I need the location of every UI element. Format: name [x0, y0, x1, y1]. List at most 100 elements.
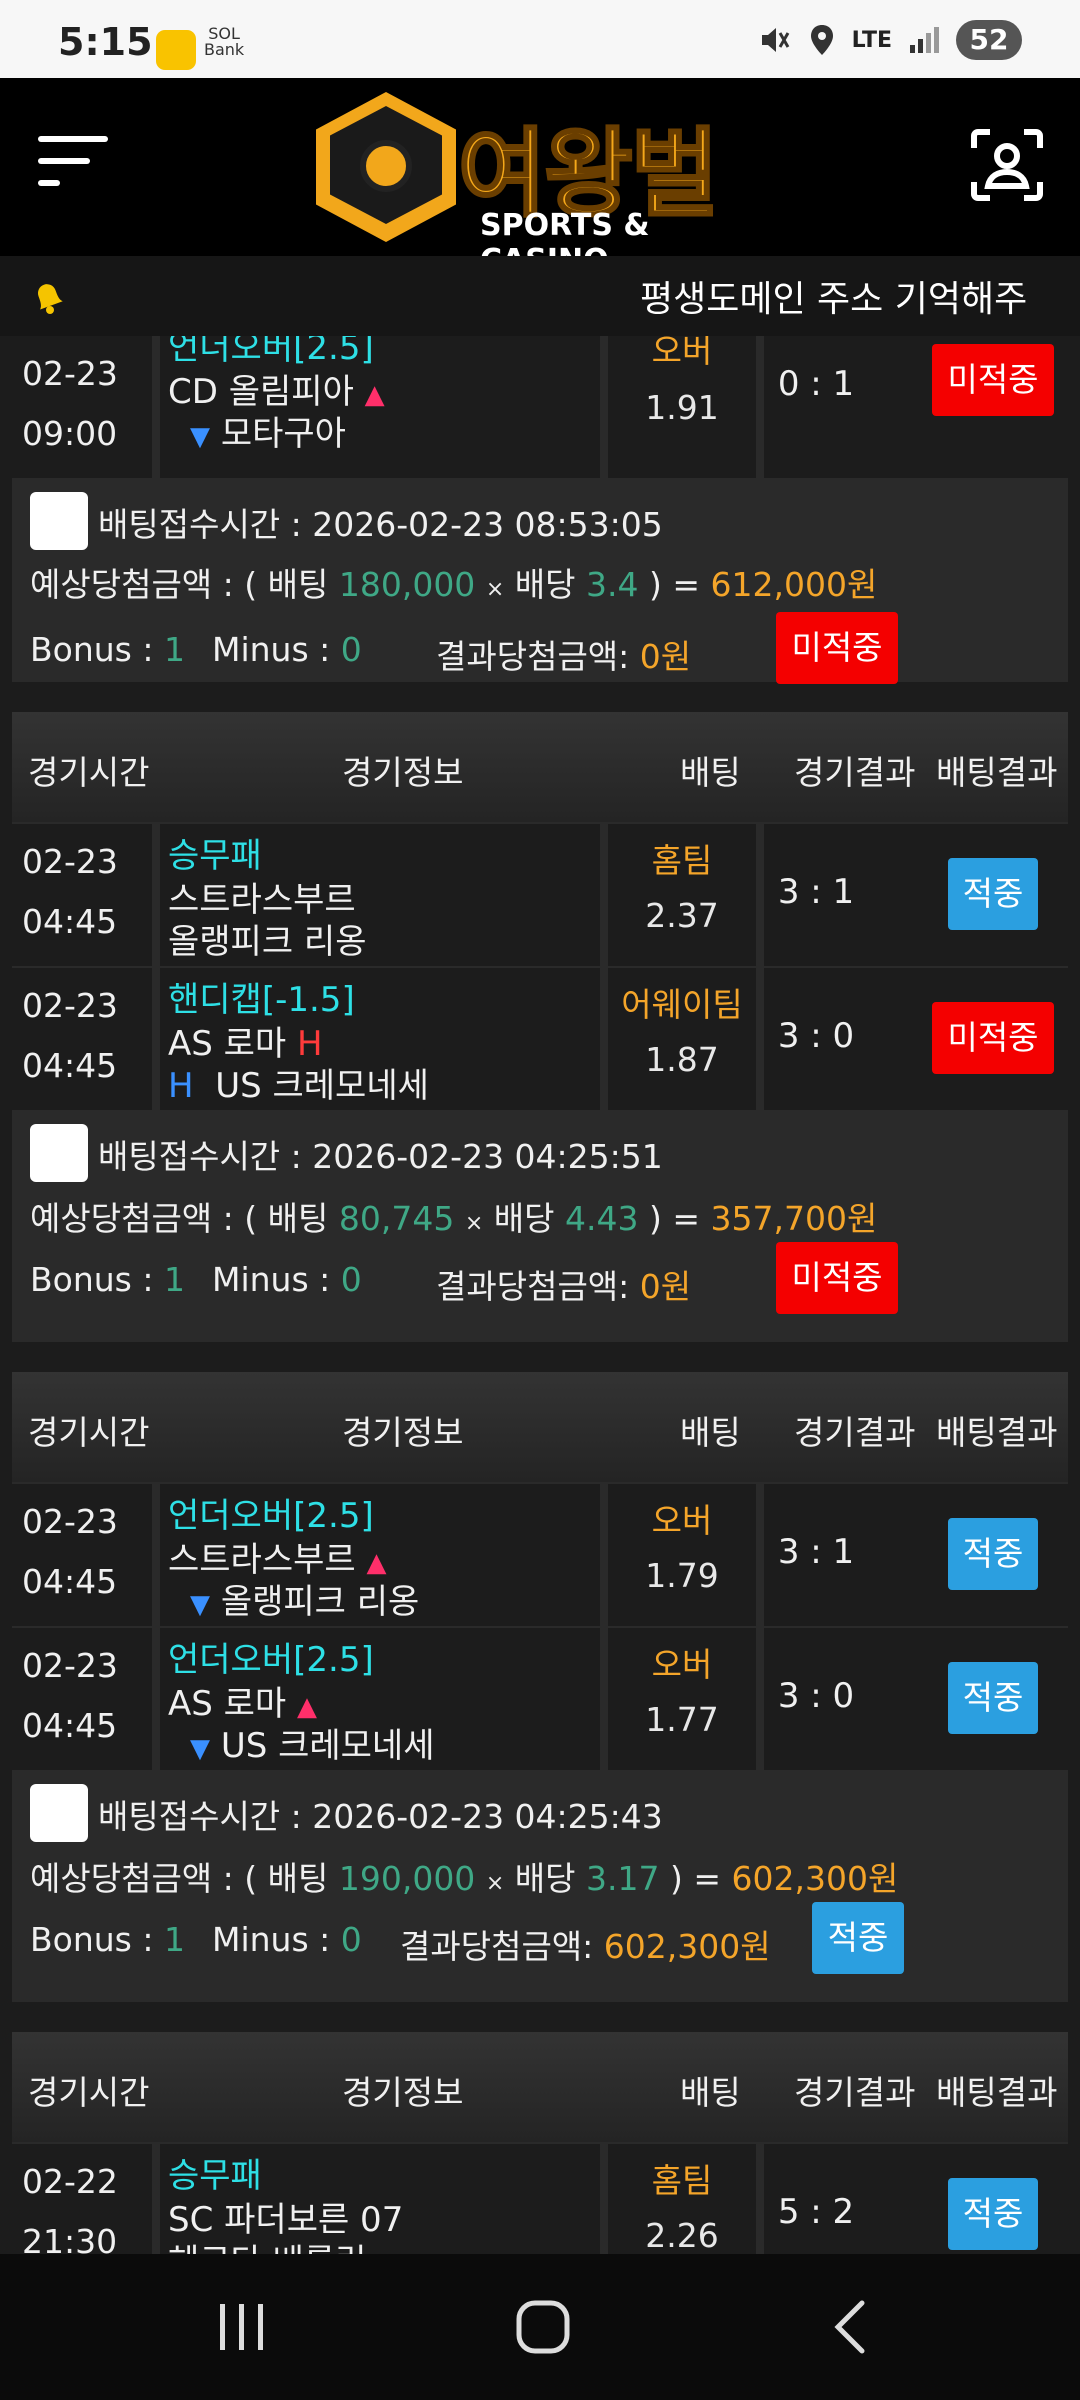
table-row: 02-23 04:45 핸디캡[-1.5] AS 로마 H H US 크레모네세…	[12, 968, 1068, 1110]
result-badge: 적중	[948, 2178, 1038, 2250]
bet-slip: 경기시간 경기정보 배팅 경기결과 배팅결과 02-22 21:30 승무패 S…	[12, 2032, 1068, 2254]
header-result: 경기결과	[794, 2073, 916, 2112]
match-date: 02-22	[22, 2162, 118, 2201]
battery-indicator: 52	[956, 20, 1022, 60]
bet-odds: 1.91	[645, 388, 719, 427]
bonus-line: Bonus : 1	[30, 630, 185, 669]
match-score: 3 : 0	[777, 1676, 855, 1716]
slip-status-badge: 미적중	[776, 1242, 898, 1314]
mute-icon	[761, 28, 789, 52]
bet-type: 핸디캡[-1.5]	[168, 980, 355, 1020]
table-row: 02-23 09:00 언더오버[2.5] CD 올림피아 ▲ ▼ 모타구아 오…	[12, 336, 1068, 478]
away-team: 헤르타 베를린	[168, 2234, 367, 2254]
sol-bank-icon: SOL Bank	[204, 24, 245, 59]
table-header: 경기시간 경기정보 배팅 경기결과 배팅결과	[12, 1372, 1068, 1482]
away-team: ▼ 모타구아	[190, 414, 346, 454]
select-checkbox[interactable]	[30, 1784, 88, 1842]
down-arrow-icon: ▼	[190, 1734, 210, 1764]
header-info: 경기정보	[342, 753, 464, 792]
down-arrow-icon: ▼	[190, 1590, 210, 1620]
table-row: 02-23 04:45 언더오버[2.5] 스트라스부르 ▲ ▼ 올랭피크 리옹…	[12, 1484, 1068, 1626]
bonus-line: Bonus : 1	[30, 1260, 185, 1299]
bet-odds: 1.79	[645, 1556, 719, 1595]
bet-odds: 2.26	[645, 2216, 719, 2254]
status-bar: 5:15 SOL Bank LTE 52	[0, 0, 1080, 78]
header-result: 경기결과	[794, 753, 916, 792]
recent-apps-icon[interactable]	[214, 2300, 270, 2354]
bet-pick: 어웨이팀	[621, 985, 743, 1024]
header-bet: 배팅	[680, 2073, 741, 2112]
bank-app-icon	[156, 30, 196, 70]
signal-icon	[910, 27, 939, 53]
bet-pick: 홈팀	[651, 841, 713, 880]
match-date: 02-23	[22, 842, 118, 881]
match-score: 3 : 1	[777, 872, 855, 912]
bet-slip: 02-23 09:00 언더오버[2.5] CD 올림피아 ▲ ▼ 모타구아 오…	[12, 336, 1068, 684]
away-team: H US 크레모네세	[168, 1066, 429, 1106]
header-info: 경기정보	[342, 2073, 464, 2112]
handicap-mark: H	[168, 1066, 194, 1106]
header-result: 경기결과	[794, 1413, 916, 1452]
match-date: 02-23	[22, 1502, 118, 1541]
header-time: 경기시간	[28, 2073, 150, 2112]
bet-type: 승무패	[168, 836, 262, 876]
header-time: 경기시간	[28, 753, 150, 792]
table-row: 02-22 21:30 승무패 SC 파더보른 07 헤르타 베를린 홈팀 2.…	[12, 2144, 1068, 2254]
match-date: 02-23	[22, 354, 118, 393]
table-row: 02-23 04:45 언더오버[2.5] AS 로마 ▲ ▼ US 크레모네세…	[12, 1628, 1068, 1770]
select-checkbox[interactable]	[30, 1124, 88, 1182]
network-type: LTE	[851, 27, 892, 53]
bet-type: 언더오버[2.5]	[168, 1496, 374, 1536]
match-time: 04:45	[22, 1046, 118, 1085]
receipt-line: 배팅접수시간 : 2026-02-23 08:53:05	[98, 505, 663, 544]
result-badge: 적중	[948, 1662, 1038, 1734]
minus-line: Minus : 0	[212, 1260, 362, 1299]
header-bet-result: 배팅결과	[936, 2073, 1058, 2112]
result-amount-line: 결과당첨금액: 0원	[436, 637, 692, 676]
hamburger-menu-icon[interactable]	[38, 130, 110, 194]
status-time: 5:15	[58, 20, 153, 64]
bet-pick: 오버	[651, 1645, 713, 1684]
bet-history-list[interactable]: 02-23 09:00 언더오버[2.5] CD 올림피아 ▲ ▼ 모타구아 오…	[0, 336, 1080, 2254]
location-icon	[810, 25, 833, 55]
expected-win-line: 예상당첨금액 : ( 배팅 190,000 × 배당 3.17 ) = 602,…	[30, 1859, 899, 1898]
result-badge: 미적중	[932, 344, 1054, 416]
bell-icon	[38, 284, 63, 314]
table-row: 02-23 04:45 승무패 스트라스부르 올랭피크 리옹 홈팀 2.37 3…	[12, 824, 1068, 966]
match-score: 3 : 0	[777, 1016, 855, 1056]
header-info: 경기정보	[342, 1413, 464, 1452]
result-amount-line: 결과당첨금액: 0원	[436, 1267, 692, 1306]
header-bet-result: 배팅결과	[936, 1413, 1058, 1452]
notice-ticker: 평생도메인 주소 기억해주	[0, 256, 1080, 336]
up-arrow-icon: ▲	[364, 380, 385, 410]
table-header: 경기시간 경기정보 배팅 경기결과 배팅결과	[12, 2032, 1068, 2142]
match-date: 02-23	[22, 1646, 118, 1685]
header-time: 경기시간	[28, 1413, 150, 1452]
select-checkbox[interactable]	[30, 492, 88, 550]
match-date: 02-23	[22, 986, 118, 1025]
profile-scan-icon[interactable]	[970, 128, 1044, 202]
bet-odds: 2.37	[645, 896, 719, 935]
match-time: 09:00	[22, 414, 118, 453]
match-time: 04:45	[22, 1562, 118, 1601]
bet-slip: 경기시간 경기정보 배팅 경기결과 배팅결과 02-23 04:45 언더오버[…	[12, 1372, 1068, 2002]
bet-odds: 1.77	[645, 1700, 719, 1739]
notice-text: 평생도메인 주소 기억해주	[640, 279, 1028, 320]
result-badge: 적중	[948, 1518, 1038, 1590]
bet-pick: 오버	[651, 336, 713, 370]
home-icon[interactable]	[514, 2298, 572, 2356]
receipt-line: 배팅접수시간 : 2026-02-23 04:25:51	[98, 1137, 663, 1176]
match-time: 04:45	[22, 1706, 118, 1745]
bet-type: 언더오버[2.5]	[168, 1640, 374, 1680]
bet-pick: 홈팀	[651, 2161, 713, 2200]
bee-icon	[360, 140, 412, 192]
away-team: 올랭피크 리옹	[168, 922, 367, 962]
minus-line: Minus : 0	[212, 1920, 362, 1959]
back-icon[interactable]	[828, 2298, 872, 2356]
away-team: ▼ US 크레모네세	[190, 1726, 435, 1766]
match-time: 21:30	[22, 2222, 118, 2254]
site-logo[interactable]: 여왕벌 SPORTS & CASINO	[316, 90, 766, 278]
down-arrow-icon: ▼	[190, 422, 210, 452]
system-nav-bar	[0, 2254, 1080, 2400]
header-bet: 배팅	[680, 1413, 741, 1452]
